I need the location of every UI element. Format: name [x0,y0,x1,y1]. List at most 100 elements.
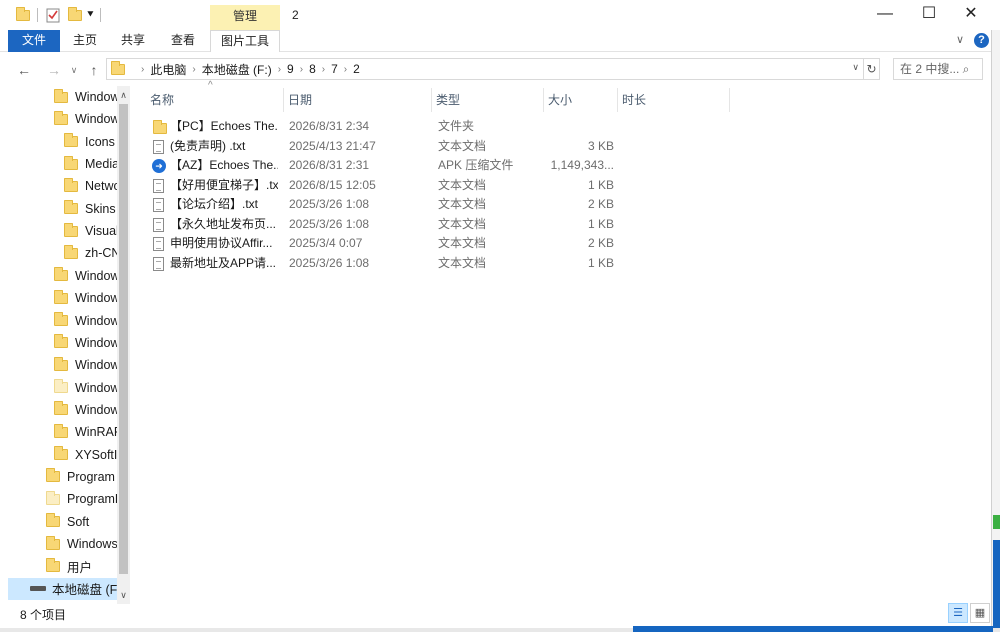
breadcrumb-9[interactable]: 9 [287,62,294,76]
text-file-icon [153,237,164,251]
nav-item[interactable]: Skins [64,198,118,220]
nav-item[interactable]: XYSoftIr [54,444,122,466]
nav-item[interactable]: Window [54,108,119,130]
nav-item[interactable]: Window [54,287,119,309]
file-name: 【论坛介绍】.txt [170,197,259,211]
navigation-pane[interactable]: Window Window Icons Media Netwo Skins Visuali z… [8,86,130,604]
nav-item[interactable]: Icons [64,131,118,153]
divider [37,8,38,22]
nav-item-label: ProgramD [67,492,124,507]
nav-item-label: XYSoftIr [75,447,122,462]
file-row[interactable]: 最新地址及APP请... 2025/3/26 1:08 文本文档 1 KB [148,254,618,274]
breadcrumb-8[interactable]: 8 [309,62,316,76]
forward-button[interactable]: → [44,60,64,80]
scroll-up-arrow-icon[interactable]: ∧ [117,88,130,102]
column-header-size[interactable]: 大小 [546,88,618,112]
column-header-date[interactable]: 日期 [286,88,432,112]
nav-item[interactable]: ProgramD [46,488,124,510]
expand-ribbon-button[interactable]: ∨ [952,30,968,52]
chevron-right-icon: › [277,63,282,75]
file-row[interactable]: 申明使用协议Affir... 2025/3/4 0:07 文本文档 2 KB [148,234,618,254]
file-name: 最新地址及APP请... [170,255,277,270]
nav-item-label: Window [75,358,120,373]
nav-item[interactable]: zh-CN [64,242,121,264]
nav-item-label: Window [75,380,120,395]
background-element [993,540,1000,632]
new-folder-icon[interactable] [68,6,82,24]
address-bar[interactable]: › 此电脑 › 本地磁盘 (F:) › 9 › 8 › 7 › 2 ∨ [106,58,864,80]
nav-item[interactable]: Soft [46,511,118,533]
file-type: APK 压缩文件 [438,158,514,172]
file-row[interactable]: ➜ 【AZ】Echoes The... 2026/8/31 2:31 APK 压缩文件… [148,156,618,176]
nav-item[interactable]: Window [54,332,119,354]
tab-view[interactable]: 查看 [166,30,200,52]
column-header-name[interactable]: 名称 [148,88,284,112]
details-view-button[interactable]: ☰ [948,603,968,623]
folder-icon [111,60,125,75]
nav-item[interactable]: Visuali [64,220,122,242]
nav-item-label: Window [75,90,120,104]
tab-picture-tools[interactable]: 图片工具 [210,30,280,52]
file-date: 2026/8/31 2:34 [289,119,370,133]
folder-icon [64,222,78,237]
properties-icon[interactable] [46,6,60,24]
back-button[interactable]: ← [14,60,34,80]
file-row[interactable]: 【论坛介绍】.txt 2025/3/26 1:08 文本文档 2 KB [148,195,618,215]
tab-home[interactable]: 主页 [68,30,102,52]
nav-item[interactable]: WinRAR [54,421,123,443]
nav-item[interactable]: 本地磁盘 (F [8,577,118,600]
file-row[interactable]: 【好用便宜梯子】.txt 2026/8/15 12:05 文本文档 1 KB [148,176,618,196]
tab-manage[interactable]: 管理 [210,5,280,30]
large-icons-view-button[interactable]: ▦ [970,603,990,623]
scroll-down-arrow-icon[interactable]: ∨ [117,588,130,602]
nav-item[interactable]: Window [54,354,120,376]
close-button[interactable]: ✕ [948,0,994,30]
customize-toolbar-icon[interactable]: ⯆ [86,6,95,24]
nav-item[interactable]: Window [54,86,120,108]
nav-item[interactable]: Window [54,265,119,287]
file-row[interactable]: 【永久地址发布页... 2025/3/26 1:08 文本文档 1 KB [148,215,618,235]
file-row[interactable]: 【PC】Echoes The... 2026/8/31 2:34 文件夹 [148,117,618,137]
nav-item[interactable]: Window [54,377,120,399]
minimize-button[interactable]: — [862,0,908,30]
file-row[interactable]: (免责声明) .txt 2025/4/13 21:47 文本文档 3 KB [148,137,618,157]
refresh-button[interactable]: ↻ [864,58,880,80]
maximize-button[interactable]: ☐ [906,0,952,30]
apk-file-icon: ➜ [152,159,166,173]
file-date: 2025/4/13 21:47 [289,138,376,153]
nav-item[interactable]: Windows [46,533,118,555]
help-icon[interactable]: ? [974,33,989,48]
breadcrumb-2[interactable]: 2 [353,62,360,76]
file-type: 文本文档 [438,197,487,211]
breadcrumb-drive-f[interactable]: 本地磁盘 (F:) [202,61,272,78]
nav-item[interactable]: Program [46,466,118,488]
scrollbar-thumb[interactable] [119,104,128,574]
nav-item[interactable]: Window [54,399,120,421]
chevron-right-icon: › [343,63,348,75]
nav-item[interactable]: Window [54,310,119,332]
column-header-type[interactable]: 类型 [434,88,544,112]
file-date: 2026/8/15 12:05 [289,177,376,192]
folder-icon [54,88,68,103]
nav-item[interactable]: Media [64,153,119,175]
tab-share[interactable]: 共享 [116,30,150,52]
file-type: 文件夹 [438,119,475,133]
nav-scrollbar[interactable]: ∧ ∨ [117,86,130,604]
folder-icon [46,468,60,483]
folder-icon[interactable] [16,6,30,24]
search-input[interactable]: 在 2 中搜... ⌕ [893,58,983,80]
recent-locations-button[interactable]: ∨ [64,60,84,80]
nav-item-label: Window [75,402,120,417]
tab-file[interactable]: 文件 [8,30,60,52]
nav-item[interactable]: 用户 [46,555,118,577]
nav-item-label: WinRAR [75,425,123,440]
address-dropdown-button[interactable]: ∨ [852,62,859,73]
breadcrumb-this-pc[interactable]: 此电脑 [150,61,186,78]
nav-item[interactable]: Netwo [64,175,120,197]
folder-icon [64,244,78,259]
window-title: 2 [292,8,299,22]
breadcrumb-7[interactable]: 7 [331,62,338,76]
up-button[interactable]: ↑ [84,60,104,80]
nav-item-label: zh-CN [85,246,121,261]
column-header-duration[interactable]: 时长 [620,88,730,112]
